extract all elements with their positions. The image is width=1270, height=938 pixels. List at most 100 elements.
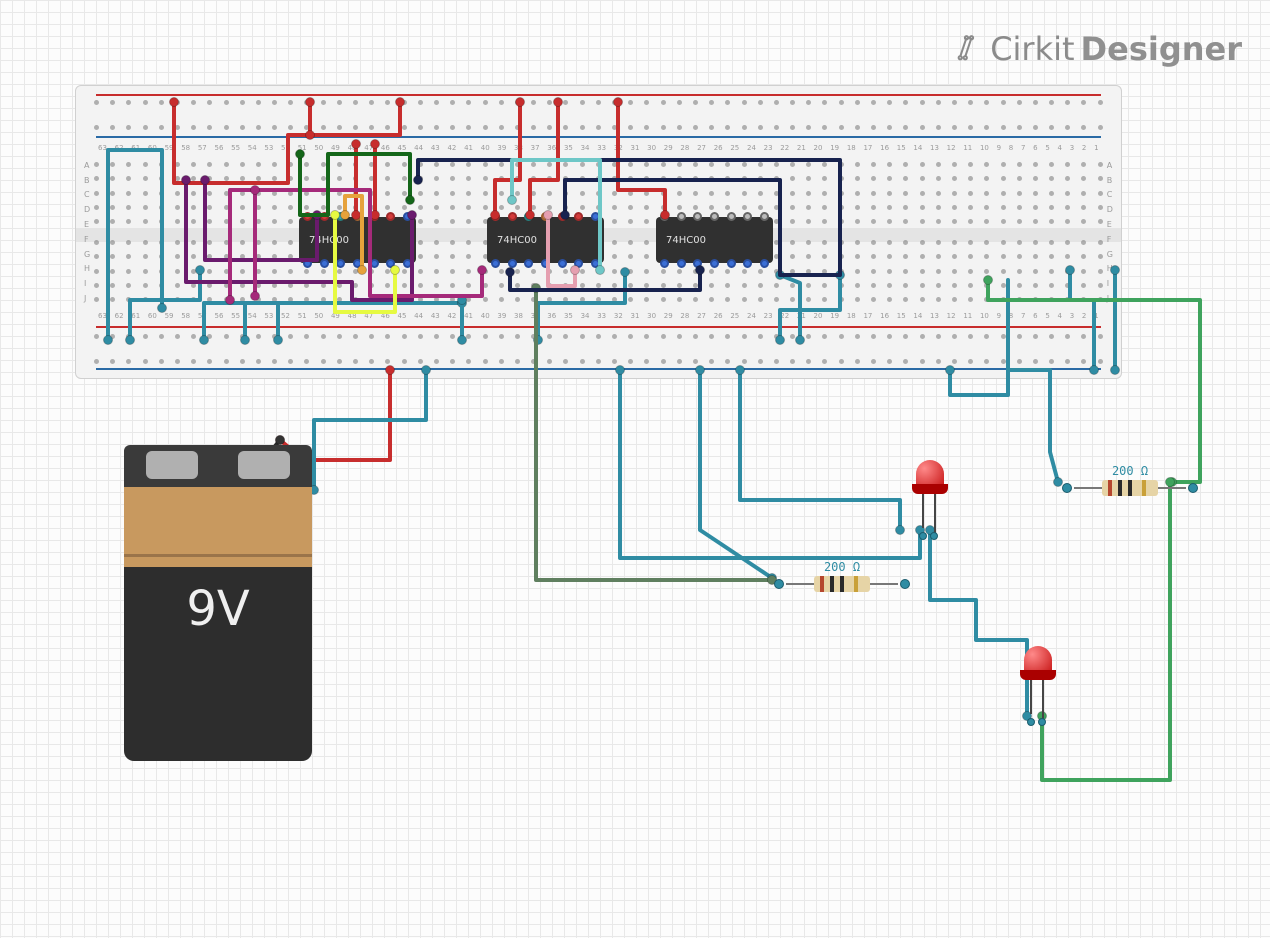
wire-node[interactable] (200, 336, 209, 345)
wire-node[interactable] (306, 98, 315, 107)
wire[interactable] (314, 370, 426, 490)
wire-node[interactable] (571, 266, 580, 275)
wire-node[interactable] (736, 366, 745, 375)
wire[interactable] (536, 288, 772, 580)
battery-terminal-pos (238, 451, 290, 479)
wire-node[interactable] (251, 292, 260, 301)
wire-node[interactable] (352, 140, 361, 149)
led-base (912, 484, 948, 494)
wire[interactable] (740, 370, 900, 530)
resistor-lead (1074, 487, 1102, 489)
wire-node[interactable] (621, 268, 630, 277)
wire[interactable] (548, 215, 575, 286)
wire-node[interactable] (422, 366, 431, 375)
wire-node[interactable] (414, 176, 423, 185)
resistor-pad[interactable] (900, 579, 910, 589)
wire-node[interactable] (526, 211, 535, 220)
wire-node[interactable] (241, 336, 250, 345)
wire-node[interactable] (478, 266, 487, 275)
wire-node[interactable] (158, 304, 167, 313)
wire-node[interactable] (896, 526, 905, 535)
wire-node[interactable] (614, 98, 623, 107)
wire-node[interactable] (946, 366, 955, 375)
wire-node[interactable] (226, 296, 235, 305)
wire-node[interactable] (696, 266, 705, 275)
battery-cap (124, 445, 312, 487)
wire-node[interactable] (544, 211, 553, 220)
wire-node[interactable] (170, 98, 179, 107)
wire-node[interactable] (1111, 366, 1120, 375)
led-pad[interactable] (930, 532, 938, 540)
wire[interactable] (418, 160, 840, 275)
wire-node[interactable] (386, 366, 395, 375)
led-pad[interactable] (1038, 718, 1046, 726)
wire-node[interactable] (296, 150, 305, 159)
wire[interactable] (174, 102, 400, 183)
wire-node[interactable] (596, 266, 605, 275)
wire[interactable] (780, 275, 800, 340)
wire-node[interactable] (1111, 266, 1120, 275)
wire-node[interactable] (341, 211, 350, 220)
wire-node[interactable] (696, 366, 705, 375)
battery-terminal-neg (146, 451, 198, 479)
led-leg-cathode (1042, 680, 1044, 722)
wire-node[interactable] (371, 140, 380, 149)
wire-node[interactable] (554, 98, 563, 107)
wire[interactable] (204, 303, 278, 340)
wire-node[interactable] (776, 336, 785, 345)
led-d2[interactable] (1018, 646, 1058, 718)
battery-9v[interactable]: 9V (124, 445, 312, 761)
wire-node[interactable] (201, 176, 210, 185)
wire[interactable] (620, 370, 920, 558)
wire-node[interactable] (458, 336, 467, 345)
resistor-body (1102, 480, 1158, 496)
wire[interactable] (930, 530, 1027, 716)
wire[interactable] (700, 370, 772, 578)
wire-node[interactable] (984, 276, 993, 285)
resistor-pad[interactable] (774, 579, 784, 589)
led-base (1020, 670, 1056, 680)
wire[interactable] (345, 196, 362, 270)
wire-node[interactable] (1090, 366, 1099, 375)
wire-node[interactable] (104, 336, 113, 345)
wire-node[interactable] (796, 336, 805, 345)
wire-node[interactable] (196, 266, 205, 275)
wire-node[interactable] (358, 266, 367, 275)
wire[interactable] (780, 275, 840, 340)
resistor-r1[interactable]: 200 Ω (772, 576, 912, 592)
wire-node[interactable] (491, 211, 500, 220)
wire-node[interactable] (406, 196, 415, 205)
led-pad[interactable] (919, 532, 927, 540)
wire-node[interactable] (331, 211, 340, 220)
wire-node[interactable] (616, 366, 625, 375)
wire-node[interactable] (126, 336, 135, 345)
wire-node[interactable] (508, 196, 517, 205)
led-pad[interactable] (1027, 718, 1035, 726)
wire-node[interactable] (516, 98, 525, 107)
wire-node[interactable] (396, 98, 405, 107)
wire-node[interactable] (561, 211, 570, 220)
wire-node[interactable] (352, 211, 361, 220)
wire-node[interactable] (306, 131, 315, 140)
wire-node[interactable] (661, 211, 670, 220)
wire-node[interactable] (274, 336, 283, 345)
wire-node[interactable] (182, 176, 191, 185)
wire-node[interactable] (276, 436, 285, 445)
wire[interactable] (1042, 482, 1170, 780)
wire-node[interactable] (408, 211, 417, 220)
resistor-pad[interactable] (1188, 483, 1198, 493)
wire[interactable] (950, 280, 1058, 482)
wire-node[interactable] (506, 268, 515, 277)
wire[interactable] (108, 150, 162, 340)
battery-voltage-label: 9V (186, 581, 249, 637)
led-d1[interactable] (910, 460, 950, 532)
resistor-r2[interactable]: 200 Ω (1060, 480, 1200, 496)
wire-node[interactable] (251, 186, 260, 195)
led-leg-cathode (934, 494, 936, 536)
resistor-pad[interactable] (1062, 483, 1072, 493)
resistor-lead (786, 583, 814, 585)
wire[interactable] (1070, 270, 1094, 370)
wire-node[interactable] (391, 266, 400, 275)
wire[interactable] (538, 272, 625, 340)
wire-node[interactable] (1066, 266, 1075, 275)
